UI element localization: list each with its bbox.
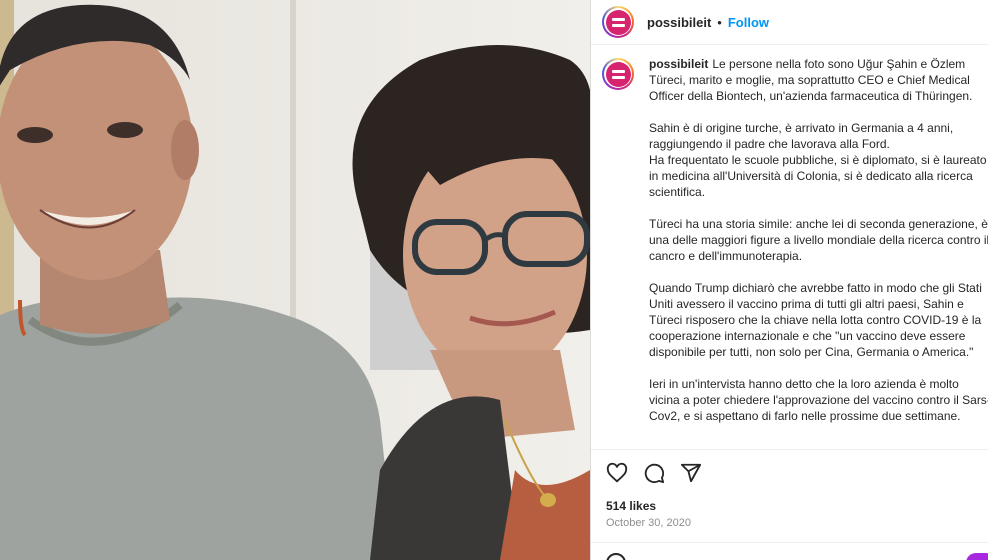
- caption-paragraph-3: Türeci ha una storia simile: anche lei d…: [649, 216, 988, 264]
- caption-line: Officer della Biontech, un'azienda farma…: [649, 89, 973, 103]
- caption-line: Sahin è di origine turche, è arrivato in…: [649, 121, 954, 135]
- comment-icon[interactable]: [643, 462, 665, 484]
- caption-avatar-ring-inner: [604, 60, 632, 88]
- caption-line: Ieri in un'intervista hanno detto che la…: [649, 377, 959, 391]
- caption-avatar[interactable]: [602, 58, 634, 90]
- comment-divider: [591, 542, 988, 543]
- follow-button[interactable]: Follow: [728, 15, 769, 30]
- caption-line: Le persone nella foto sono Uğur Şahin e …: [712, 57, 966, 71]
- header-username[interactable]: possibileit: [647, 15, 711, 30]
- post-date[interactable]: October 30, 2020: [606, 517, 691, 529]
- avatar-ring-inner: [604, 8, 632, 36]
- separator-dot: •: [717, 14, 722, 30]
- emoji-icon[interactable]: [606, 553, 626, 560]
- messages-badge-icon[interactable]: [966, 553, 988, 560]
- actions-divider: [591, 449, 988, 450]
- caption-line: raggiungendo il padre che lavorava alla …: [649, 137, 890, 151]
- post-actions: [606, 462, 702, 484]
- caption-line: Türeci ha una storia simile: anche lei d…: [649, 217, 988, 231]
- caption-line: una delle maggiori figure a livello mond…: [649, 233, 988, 247]
- caption-line: in medicina all'Università di Colonia, s…: [649, 169, 973, 183]
- post-side-panel: possibileit • Follow possibileit Le perso…: [590, 0, 988, 560]
- caption-line: cancro e dell'immunoterapia.: [649, 249, 803, 263]
- caption-line: Quando Trump dichiarò che avrebbe fatto …: [649, 281, 982, 295]
- caption-line: cooperazione internazionale e che "un va…: [649, 329, 966, 343]
- caption-line: Türeci risposero che la chiave nella lot…: [649, 313, 982, 327]
- caption-line: Ha frequentato le scuole pubbliche, si è…: [649, 153, 987, 167]
- caption-paragraph-2: Sahin è di origine turche, è arrivato in…: [649, 120, 988, 200]
- avatar[interactable]: [602, 6, 634, 38]
- heart-icon[interactable]: [606, 462, 628, 484]
- likes-count[interactable]: 514 likes: [606, 499, 656, 513]
- caption-username[interactable]: possibileit: [649, 57, 708, 71]
- caption-line: scientifica.: [649, 185, 706, 199]
- share-icon[interactable]: [680, 462, 702, 484]
- caption-paragraph-1: possibileit Le persone nella foto sono Uğ…: [649, 56, 988, 104]
- post-photo[interactable]: [0, 0, 590, 560]
- caption-text: possibileit Le persone nella foto sono Uğ…: [649, 56, 988, 440]
- caption-line: Cov2, e si aspettano di farlo nelle pros…: [649, 409, 961, 423]
- caption-line: vicina a poter chiedere l'approvazione d…: [649, 393, 988, 407]
- caption-line: Türeci, marito e moglie, ma soprattutto …: [649, 73, 970, 87]
- caption-line: disponibile per tutti, non solo per Cina…: [649, 345, 974, 359]
- caption-area: possibileit Le persone nella foto sono Uğ…: [602, 56, 988, 440]
- caption-line: Uniti avessero il vaccino prima di tutti…: [649, 297, 964, 311]
- post-header: possibileit • Follow: [591, 0, 988, 45]
- caption-paragraph-4: Quando Trump dichiarò che avrebbe fatto …: [649, 280, 988, 360]
- equal-logo-icon: [605, 9, 631, 35]
- caption-paragraph-5: Ieri in un'intervista hanno detto che la…: [649, 376, 988, 424]
- equal-logo-icon: [605, 61, 631, 87]
